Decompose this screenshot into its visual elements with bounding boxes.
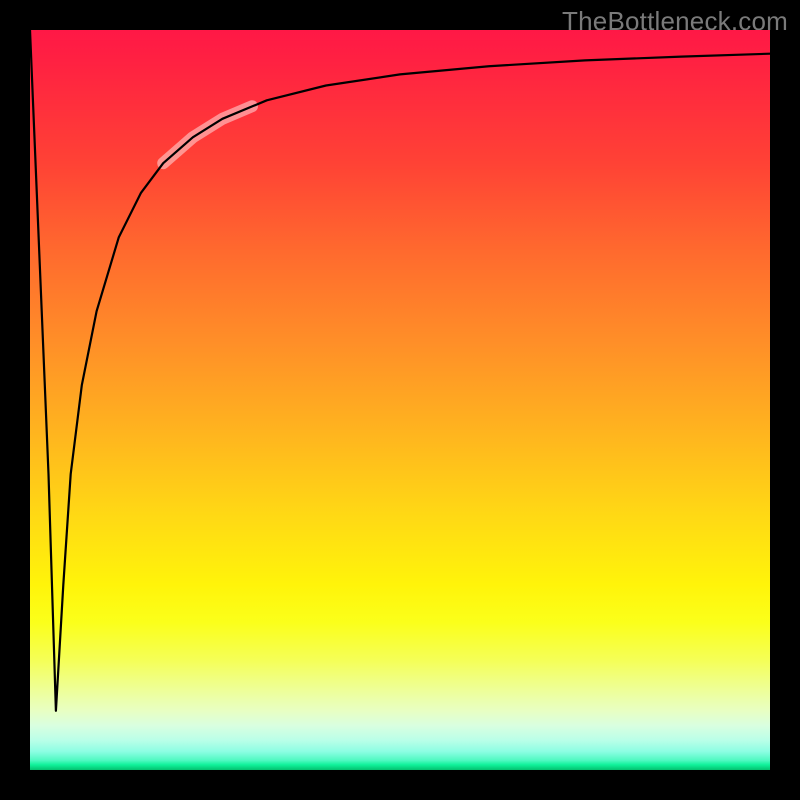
plot-area [30, 30, 770, 770]
curve-svg [30, 30, 770, 770]
bottleneck-curve [30, 30, 770, 711]
curve-highlight-segment [163, 106, 252, 163]
chart-stage: TheBottleneck.com [0, 0, 800, 800]
